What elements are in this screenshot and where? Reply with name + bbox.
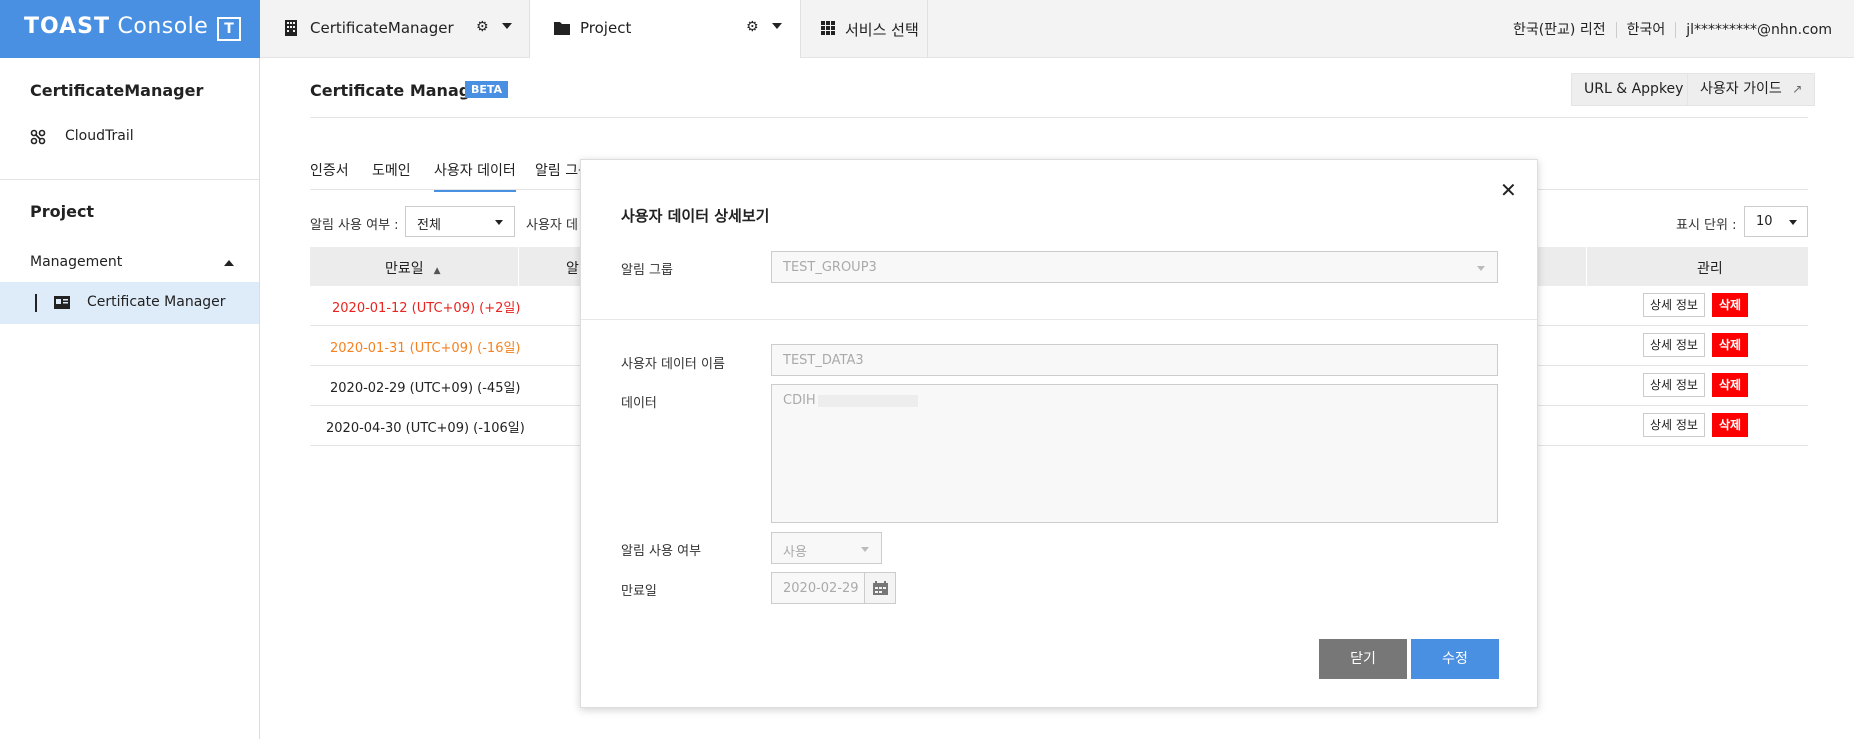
beta-badge: BETA: [465, 81, 509, 98]
cloudtrail-icon: [30, 129, 46, 145]
expiry-date: 2020-04-30 (UTC+09) (-106일): [326, 421, 525, 436]
tab-project-label: Project: [580, 19, 632, 37]
expiry-date: 2020-01-31 (UTC+09) (-16일): [330, 341, 521, 356]
gear-icon[interactable]: ⚙: [476, 19, 489, 35]
toast-t-button[interactable]: T: [217, 17, 241, 41]
tab-certificate[interactable]: 인증서: [310, 160, 349, 180]
top-right-menu: 한국(판교) 리전 한국어 jl*********@nhn.com: [1502, 19, 1854, 39]
sidebar-group-label: Management: [30, 254, 123, 270]
sidebar-item-label: CloudTrail: [65, 128, 134, 144]
certificate-icon: [54, 296, 70, 309]
column-alarm: 알: [566, 261, 579, 277]
sidebar-service-title: CertificateManager: [30, 81, 204, 100]
detail-button[interactable]: 상세 정보: [1643, 333, 1705, 357]
delete-button[interactable]: 삭제: [1712, 413, 1749, 437]
user-data-name-value: TEST_DATA3: [783, 353, 864, 368]
data-label: 데이터: [621, 396, 657, 411]
close-icon[interactable]: ✕: [1500, 178, 1517, 202]
sidebar-group-management[interactable]: Management: [0, 242, 259, 284]
delete-button[interactable]: 삭제: [1712, 373, 1749, 397]
page-size-value: 10: [1756, 214, 1773, 229]
user-guide-label: 사용자 가이드: [1700, 81, 1782, 97]
sidebar-divider: [0, 179, 259, 180]
alarm-use-label: 알림 사용 여부: [621, 544, 702, 559]
calendar-icon[interactable]: [864, 573, 895, 603]
tab-service-select[interactable]: 서비스 선택: [800, 0, 928, 58]
chevron-down-icon: [495, 220, 503, 225]
chevron-down-icon: [861, 547, 869, 552]
chevron-down-icon[interactable]: [772, 23, 782, 29]
alarm-use-select[interactable]: 사용: [771, 532, 882, 564]
column-divider: [518, 247, 519, 286]
delete-button[interactable]: 삭제: [1712, 293, 1749, 317]
alarm-group-value: TEST_GROUP3: [783, 260, 877, 275]
tab-domain[interactable]: 도메인: [372, 160, 411, 180]
sidebar-item-label: Certificate Manager: [87, 294, 226, 310]
data-textarea[interactable]: CDIH: [771, 384, 1498, 523]
sidebar: CertificateManager CloudTrail Project Ma…: [0, 58, 260, 739]
sort-icon: ▲: [433, 266, 441, 276]
expiry-date-value: 2020-02-29: [783, 581, 859, 596]
external-link-icon: ↗: [1792, 82, 1803, 96]
delete-button[interactable]: 삭제: [1712, 333, 1749, 357]
header-divider: [310, 117, 1808, 118]
page-title: Certificate Manager: [310, 81, 489, 100]
tab-project[interactable]: Project ⚙: [530, 0, 800, 59]
column-expiry[interactable]: 만료일 ▲: [385, 258, 441, 278]
expiry-date: 2020-01-12 (UTC+09) (+2일): [332, 301, 521, 316]
chevron-up-icon: [224, 260, 234, 266]
save-button[interactable]: 수정: [1411, 639, 1499, 679]
user-account[interactable]: jl*********@nhn.com: [1676, 22, 1854, 38]
chevron-down-icon: [1789, 220, 1797, 225]
alarm-group-label: 알림 그룹: [621, 263, 673, 278]
user-data-filter-label: 사용자 데: [526, 218, 578, 233]
modal-title: 사용자 데이터 상세보기: [621, 207, 770, 225]
chevron-down-icon[interactable]: [502, 23, 512, 29]
page-size-label: 표시 단위 :: [1676, 218, 1737, 233]
folder-icon: [554, 22, 570, 35]
grid-icon: [821, 21, 835, 35]
page-size-select[interactable]: 10: [1744, 206, 1808, 237]
detail-button[interactable]: 상세 정보: [1643, 293, 1705, 317]
building-icon: [285, 20, 297, 36]
url-appkey-button[interactable]: URL & Appkey: [1571, 73, 1697, 106]
tab-service-label: CertificateManager: [310, 19, 454, 37]
sidebar-item-certificate-manager[interactable]: Certificate Manager: [0, 282, 259, 324]
gear-icon[interactable]: ⚙: [746, 19, 759, 35]
user-data-name-label: 사용자 데이터 이름: [621, 357, 725, 372]
tab-user-data[interactable]: 사용자 데이터: [434, 160, 516, 192]
sidebar-project-title: Project: [30, 202, 95, 221]
user-guide-button[interactable]: 사용자 가이드 ↗: [1687, 73, 1816, 106]
alarm-group-select[interactable]: TEST_GROUP3: [771, 251, 1498, 283]
redacted-block: [817, 394, 918, 407]
column-manage: 관리: [1697, 261, 1723, 277]
user-data-name-field[interactable]: TEST_DATA3: [771, 344, 1498, 376]
tab-service[interactable]: CertificateManager ⚙: [260, 0, 530, 58]
data-value: CDIH: [783, 393, 918, 408]
column-divider: [1586, 247, 1587, 286]
detail-button[interactable]: 상세 정보: [1643, 413, 1705, 437]
expiry-date-field[interactable]: 2020-02-29: [771, 572, 896, 604]
console-logo[interactable]: TOAST Console T: [0, 0, 260, 58]
sidebar-item-cloudtrail[interactable]: CloudTrail: [0, 116, 259, 158]
close-button[interactable]: 닫기: [1319, 639, 1407, 679]
brand-text: TOAST Console: [24, 14, 209, 39]
alarm-filter-label: 알림 사용 여부 :: [310, 218, 399, 233]
expiry-label: 만료일: [621, 584, 657, 599]
region-selector[interactable]: 한국(판교) 리전: [1502, 22, 1617, 38]
top-bar: TOAST Console T CertificateManager ⚙ Pro…: [0, 0, 1854, 59]
active-indicator: [35, 294, 37, 312]
alarm-use-value: 사용: [783, 545, 807, 560]
tab-service-select-label: 서비스 선택: [845, 21, 919, 39]
user-data-detail-modal: 사용자 데이터 상세보기 ✕ 알림 그룹 TEST_GROUP3 사용자 데이터…: [580, 159, 1538, 708]
chevron-down-icon: [1477, 266, 1485, 271]
alarm-filter-value: 전체: [417, 218, 441, 233]
language-selector[interactable]: 한국어: [1616, 22, 1677, 38]
alarm-filter-select[interactable]: 전체: [405, 206, 515, 237]
expiry-date: 2020-02-29 (UTC+09) (-45일): [330, 381, 521, 396]
modal-divider: [581, 319, 1537, 320]
detail-button[interactable]: 상세 정보: [1643, 373, 1705, 397]
